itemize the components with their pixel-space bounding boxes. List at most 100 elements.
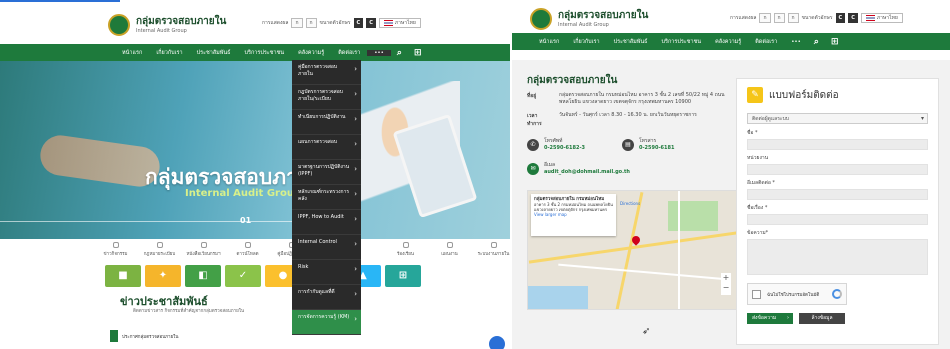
nav-contact[interactable]: ติดต่อเรา [331,49,367,57]
subject-field[interactable] [747,214,928,225]
language-select[interactable]: ภาษาไทย [378,18,421,28]
fax-contact[interactable]: ▤ โทรสาร 0-2590-6181 [622,138,674,152]
email-contact[interactable]: ✉ อีเมล audit_doh@dohmail.mail.go.th [527,162,630,176]
dropdown-menu-item[interactable]: Internal Control › [292,235,361,260]
sitemap-icon[interactable]: ⊞ [408,48,428,58]
agency-logo[interactable] [530,8,552,30]
service-tile[interactable]: ✦ [145,265,181,287]
map-place-address: อาคาร 3 ชั้น 2 กรมหม่อนไหม ถนนพหลโยธิน แ… [534,202,613,212]
contrast-dark-button[interactable]: C [353,18,364,28]
nav-more[interactable]: ••• [367,49,391,56]
zoom-out-button[interactable]: − [721,283,731,293]
quicklink-item[interactable]: ระบบงานภายใน [473,242,510,257]
email-icon: ✉ [527,163,539,175]
nav-more[interactable]: ••• [784,39,808,45]
submit-button[interactable]: ส่งข้อความ › [747,313,793,324]
font-size-medium-button[interactable]: ก [773,13,785,23]
dropdown-menu-item[interactable]: หลักเกณฑ์กระทรวงการคลัง › [292,185,361,210]
quicklink-item[interactable]: ร้องเรียน [385,242,426,257]
language-select[interactable]: ภาษาไทย [860,13,903,23]
contrast-light-button[interactable]: C [848,13,858,23]
dropdown-menu-item[interactable]: การกำกับดูแลที่ดี › [292,285,361,310]
quicklink-label: ข่าวกิจกรรม [103,252,128,257]
nav-home[interactable]: หน้าแรก [532,38,566,46]
dropdown-menu-item[interactable]: กฎบัตรการตรวจสอบภายใน/ระเบียบ › [292,85,361,110]
dropdown-menu-item[interactable]: IPPF, How to Audit › [292,210,361,235]
address-row: ที่อยู่ กลุ่มตรวจสอบภายใน กรมหม่อนไหม อา… [527,92,739,106]
message-label: ข้อความ* [747,230,769,236]
font-size-large-button[interactable]: ก [787,13,799,23]
quicklink-label: ระบบงานภายใน [477,252,510,257]
dropdown-menu-item[interactable]: แผนการตรวจสอบ › [292,135,361,160]
font-size-medium-button[interactable]: ก [305,18,317,28]
font-size-small-button[interactable]: ก [759,13,771,23]
dropdown-menu-label: คู่มือการตรวจสอบภายใน [298,64,338,77]
sitemap-icon[interactable]: ⊞ [825,37,845,47]
org-label: หน่วยงาน [747,155,769,161]
phone-contact[interactable]: ✆ โทรศัพท์ 0-2590-6182-3 [527,138,585,152]
nav-info[interactable]: ประชาสัมพันธ์ [607,38,655,46]
form-icon: ✎ [747,87,763,103]
quicklink-item[interactable]: ข่าวกิจกรรม [95,242,136,257]
search-icon[interactable]: ⌕ [808,37,825,47]
nav-home[interactable]: หน้าแรก [115,49,149,57]
service-tile[interactable]: ✓ [225,265,261,287]
chevron-right-icon: › [354,90,357,98]
slider-indicator[interactable]: 01 [240,216,251,225]
agency-logo[interactable] [108,14,130,36]
nav-services[interactable]: บริการประชาชน [655,38,709,46]
dropdown-menu-item[interactable]: มาตรฐานการปฏิบัติงาน (IPPF) › [292,160,361,185]
email-field-label: อีเมลติดต่อ * [747,180,775,186]
name-field[interactable] [747,139,928,150]
map-zoom-control[interactable]: + − [721,273,731,295]
news-item[interactable]: ประกาศกลุ่มตรวจสอบภายใน [110,330,178,342]
dropdown-menu-item[interactable]: ทำเนียบการปฏิบัติงาน › [292,110,361,135]
service-tile[interactable]: ◧ [185,265,221,287]
message-field[interactable] [747,239,928,275]
nav-about[interactable]: เกี่ยวกับเรา [149,49,189,57]
service-tile[interactable]: ■ [105,265,141,287]
quicklink-item[interactable]: แผนงาน [429,242,470,257]
site-title[interactable]: กลุ่มตรวจสอบภายใน [558,8,648,23]
dropdown-menu-item[interactable]: การจัดการความรู้ (KM) › [292,310,361,335]
nav-contact[interactable]: ติดต่อเรา [748,38,784,46]
nav-info[interactable]: ประชาสัมพันธ์ [190,49,238,57]
quicklink-label: กฎหมายระเบียบ [143,252,176,257]
quicklink-item[interactable]: กฎหมายระเบียบ [139,242,180,257]
quicklink-icon [156,242,163,248]
map-larger-link[interactable]: View larger map [534,212,567,217]
chat-float-button[interactable] [487,334,507,349]
dropdown-menu-item[interactable]: คู่มือการตรวจสอบภายใน › [292,60,361,85]
subject-label: ชื่อเรื่อง * [747,205,768,211]
contrast-light-button[interactable]: C [366,18,376,28]
phone-label: โทรศัพท์ [544,138,563,144]
map-directions-link[interactable]: Directions [620,201,640,206]
chevron-right-icon: › [354,65,357,73]
nav-services[interactable]: บริการประชาชน [238,49,292,57]
chevron-down-icon: ▾ [920,115,924,122]
location-map[interactable]: กลุ่มตรวจสอบภายใน กรมหม่อนไหม อาคาร 3 ชั… [527,190,737,310]
nav-knowledge[interactable]: คลังความรู้ [291,49,331,57]
map-park-area [668,201,718,231]
accessibility-toolbar: การแสดงผล ก ก ขนาดตัวอักษร C C ภาษาไทย [262,18,421,28]
search-icon[interactable]: ⌕ [391,48,408,58]
dropdown-menu-item[interactable]: Risk › [292,260,361,285]
dropdown-menu-label: หลักเกณฑ์กระทรวงการคลัง [298,189,350,202]
recipient-select-value: ติดต่อผู้ดูแลระบบ [752,116,789,122]
nav-about[interactable]: เกี่ยวกับเรา [566,38,606,46]
service-tile[interactable]: ⊞ [385,265,421,287]
map-minor-road [558,263,728,281]
quicklink-item[interactable]: ดาวน์โหลด [227,242,268,257]
email-label: อีเมล [544,162,556,168]
font-size-small-button[interactable]: ก [291,18,303,28]
email-field[interactable] [747,189,928,200]
nav-knowledge[interactable]: คลังความรู้ [708,38,748,46]
recaptcha-checkbox[interactable] [752,289,761,299]
reset-button[interactable]: ล้างข้อมูล [799,313,845,324]
contrast-dark-button[interactable]: C [835,13,846,23]
quicklink-item[interactable]: หนังสือเวียนกรมฯ [183,242,224,257]
recipient-select[interactable]: ติดต่อผู้ดูแลระบบ ▾ [747,113,928,124]
org-field[interactable] [747,164,928,175]
site-title[interactable]: กลุ่มตรวจสอบภายใน [136,14,226,29]
zoom-in-button[interactable]: + [721,273,731,283]
